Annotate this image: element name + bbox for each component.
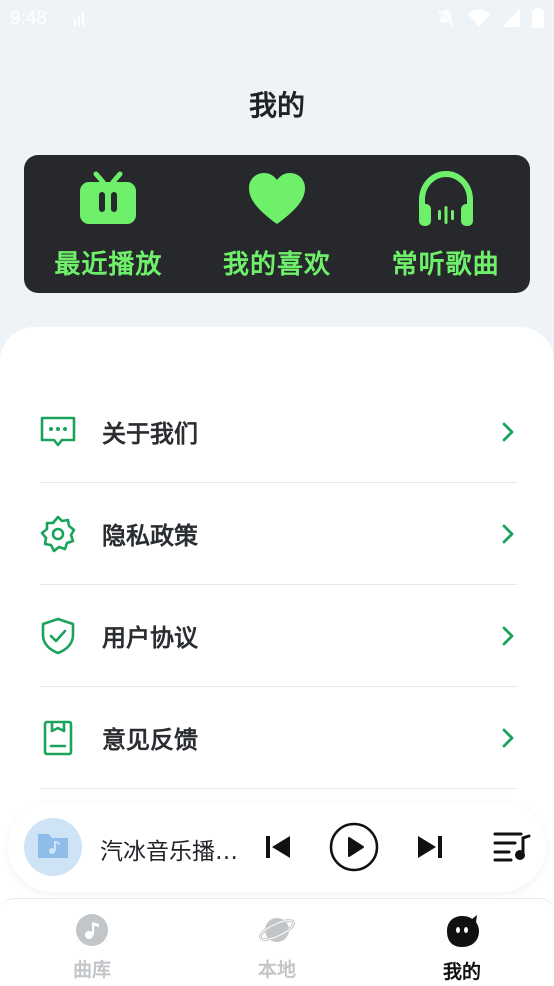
bottom-tab-bar: 曲库 本地 我的 (0, 898, 554, 986)
menu-label-about-us: 关于我们 (102, 420, 198, 448)
next-track-button[interactable] (416, 834, 444, 864)
clipboard-icon (38, 718, 78, 758)
menu-item-privacy-policy[interactable]: 隐私政策 (40, 483, 517, 585)
tab-library[interactable]: 曲库 (32, 913, 152, 982)
quick-item-recent-play[interactable]: 最近播放 (33, 168, 183, 281)
playlist-icon[interactable] (493, 830, 531, 866)
notifications-off-icon (436, 8, 456, 33)
quick-access-card: 最近播放 我的喜欢 常听歌曲 (24, 155, 530, 293)
signal-activity-icon (74, 10, 86, 31)
tab-label-mine: 我的 (442, 961, 481, 983)
menu-label-user-agreement: 用户协议 (102, 624, 198, 652)
menu-item-feedback[interactable]: 意见反馈 (40, 687, 517, 789)
tab-label-local: 本地 (257, 959, 296, 981)
menu-label-feedback: 意见反馈 (102, 726, 198, 754)
headphones-icon (414, 168, 478, 236)
status-time: 9:48 (10, 8, 47, 29)
mascot-icon (443, 913, 481, 953)
chevron-right-icon (499, 420, 517, 444)
album-cover[interactable] (24, 818, 82, 876)
wifi-icon (468, 9, 490, 32)
music-note-icon (75, 913, 109, 951)
shield-check-icon (38, 616, 78, 656)
music-folder-icon (36, 830, 70, 864)
tv-icon (76, 168, 140, 236)
battery-icon (532, 8, 544, 33)
status-bar: 9:48 (0, 0, 554, 38)
quick-label-favorites: 我的喜欢 (222, 249, 331, 280)
planet-icon (258, 913, 296, 951)
previous-track-button[interactable] (264, 834, 292, 864)
menu-item-user-agreement[interactable]: 用户协议 (40, 585, 517, 687)
quick-label-recent-play: 最近播放 (54, 249, 163, 280)
menu-item-about-us[interactable]: 关于我们 (40, 381, 517, 483)
settings-list: 关于我们 隐私政策 用户协议 意见反馈 (40, 381, 517, 789)
quick-label-frequent-songs: 常听歌曲 (391, 249, 500, 280)
quick-item-frequent-songs[interactable]: 常听歌曲 (371, 168, 521, 281)
chevron-right-icon (499, 624, 517, 648)
now-playing-title: 汽冰音乐播放器 (100, 839, 238, 865)
play-button[interactable] (329, 822, 379, 876)
chevron-right-icon (499, 522, 517, 546)
mini-player[interactable]: 汽冰音乐播放器 (8, 802, 546, 892)
chat-bubble-icon (38, 412, 78, 452)
gear-icon (38, 514, 78, 554)
tab-mine[interactable]: 我的 (402, 913, 522, 984)
tab-local[interactable]: 本地 (217, 913, 337, 982)
heart-icon (245, 168, 309, 236)
cell-signal-icon (502, 9, 520, 32)
quick-item-favorites[interactable]: 我的喜欢 (202, 168, 352, 281)
page-title: 我的 (248, 89, 305, 122)
chevron-right-icon (499, 726, 517, 750)
menu-label-privacy-policy: 隐私政策 (102, 522, 198, 550)
tab-label-library: 曲库 (72, 959, 111, 981)
